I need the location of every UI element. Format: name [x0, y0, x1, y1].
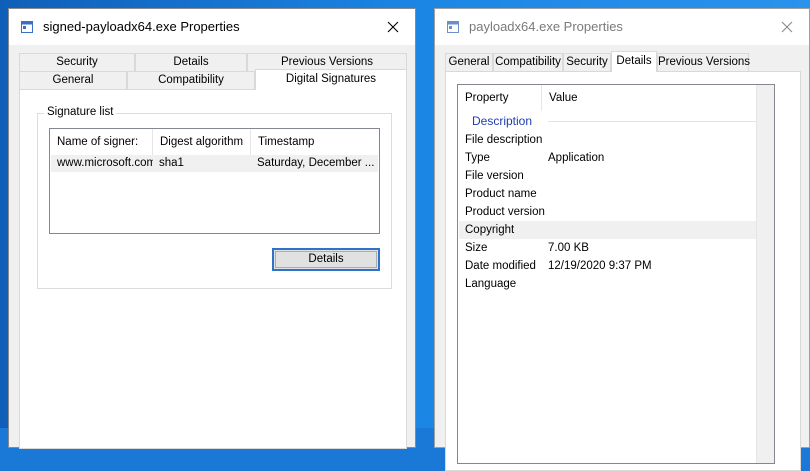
tab-security[interactable]: Security — [563, 53, 611, 71]
property-name: Date modified — [465, 260, 536, 272]
column-header-digest[interactable]: Digest algorithm — [153, 129, 251, 155]
group-header-description: Description — [472, 114, 533, 128]
close-button[interactable] — [371, 9, 415, 45]
digital-signatures-page: Signature list Name of signer: Digest al… — [19, 89, 407, 449]
group-divider — [548, 121, 764, 122]
signed-payload-properties-window[interactable]: signed-payloadx64.exe Properties Securit… — [8, 8, 416, 449]
signature-list[interactable]: Name of signer: Digest algorithm Timesta… — [49, 128, 380, 234]
tab-details[interactable]: Details — [135, 53, 247, 71]
property-row[interactable]: Size 7.00 KB — [459, 239, 756, 257]
property-row[interactable]: Date modified 12/19/2020 9:37 PM — [459, 257, 756, 275]
tab-previous-versions[interactable]: Previous Versions — [657, 53, 750, 71]
property-value: 12/19/2020 9:37 PM — [548, 260, 652, 272]
property-name: Size — [465, 242, 488, 254]
property-name: Copyright — [465, 224, 515, 236]
title-bar[interactable]: signed-payloadx64.exe Properties — [9, 9, 415, 45]
vertical-scrollbar[interactable] — [756, 85, 774, 463]
details-button[interactable]: Details — [272, 248, 380, 271]
property-row-selected[interactable]: Copyright — [459, 221, 756, 239]
property-value: 7.00 KB — [548, 242, 589, 254]
tab-compatibility[interactable]: Compatibility — [493, 53, 563, 71]
details-button-label: Details — [308, 253, 344, 265]
property-row[interactable]: File description — [459, 131, 756, 149]
payload-properties-window[interactable]: payloadx64.exe Properties General Compat… — [434, 8, 810, 471]
timestamp-cell: Saturday, December ... — [257, 157, 375, 169]
property-name: Type — [465, 152, 490, 164]
column-header-value[interactable]: Value — [542, 85, 757, 111]
app-icon — [447, 21, 459, 33]
property-value: Application — [548, 152, 605, 164]
title-bar[interactable]: payloadx64.exe Properties — [435, 9, 809, 45]
property-name: Product version — [465, 206, 545, 218]
group-label: Signature list — [44, 106, 117, 118]
app-icon — [21, 21, 33, 33]
column-header-timestamp[interactable]: Timestamp — [251, 129, 379, 155]
digest-cell: sha1 — [159, 157, 184, 169]
signature-list-group: Signature list Name of signer: Digest al… — [37, 106, 392, 289]
property-name: Language — [465, 278, 517, 290]
window-title: payloadx64.exe Properties — [469, 19, 623, 34]
tab-general[interactable]: General — [19, 71, 127, 89]
close-button[interactable] — [765, 9, 809, 45]
close-icon — [387, 21, 399, 33]
column-header-signer[interactable]: Name of signer: — [50, 129, 153, 155]
property-row[interactable]: Product name — [459, 185, 756, 203]
signer-cell: www.microsoft.com — [57, 157, 153, 169]
dialog-body: Security Details Previous Versions Gener… — [9, 45, 415, 449]
property-name: Product name — [465, 188, 537, 200]
tab-digital-signatures[interactable]: Digital Signatures — [255, 69, 407, 90]
property-row[interactable]: File version — [459, 167, 756, 185]
column-header-property[interactable]: Property — [458, 85, 542, 111]
dialog-body: General Compatibility Security Details P… — [435, 45, 809, 471]
tab-general[interactable]: General — [445, 53, 493, 71]
property-row[interactable]: Product version — [459, 203, 756, 221]
tab-compatibility[interactable]: Compatibility — [127, 71, 255, 89]
property-name: File description — [465, 134, 543, 146]
details-page: Property Value Description File descript… — [445, 71, 801, 471]
property-row[interactable]: Type Application — [459, 149, 756, 167]
window-title: signed-payloadx64.exe Properties — [43, 19, 240, 34]
tab-details[interactable]: Details — [611, 51, 657, 72]
table-row[interactable]: www.microsoft.com sha1 Saturday, Decembe… — [51, 155, 378, 172]
property-list[interactable]: Property Value Description File descript… — [457, 84, 775, 464]
tab-security[interactable]: Security — [19, 53, 135, 71]
property-name: File version — [465, 170, 524, 182]
property-row[interactable]: Language — [459, 275, 756, 293]
close-icon — [781, 21, 793, 33]
